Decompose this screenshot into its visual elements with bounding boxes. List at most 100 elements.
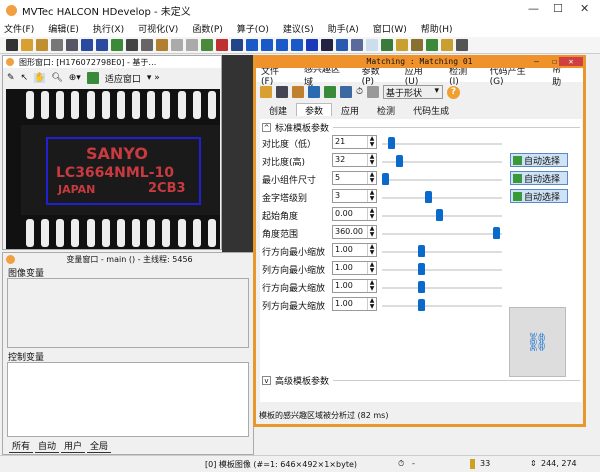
slider-thumb[interactable]	[418, 263, 426, 275]
dialog-maximize-button[interactable]: ☐	[552, 57, 557, 66]
minimize-button[interactable]: —	[528, 2, 539, 15]
tab-all[interactable]: 所有	[9, 439, 34, 453]
hand-icon[interactable]: ✋	[34, 73, 46, 83]
reset-program-icon[interactable]	[336, 39, 348, 51]
tab-inspect[interactable]: 检测	[368, 103, 404, 117]
param-slider[interactable]	[382, 173, 502, 185]
calibration-icon[interactable]	[456, 39, 468, 51]
control-variables-list[interactable]	[7, 362, 249, 437]
save-model-icon[interactable]	[308, 86, 320, 98]
menu-procedures[interactable]: 函数(P)	[192, 22, 222, 35]
slider-thumb[interactable]	[418, 299, 426, 311]
tab-create[interactable]: 创建	[260, 103, 296, 117]
edit-icon[interactable]: ✎	[7, 73, 15, 83]
dialog-minimize-button[interactable]: —	[534, 57, 539, 66]
menu-suggestions[interactable]: 建议(S)	[283, 22, 314, 35]
slider-thumb[interactable]	[395, 155, 403, 167]
slider-thumb[interactable]	[492, 227, 500, 239]
link-scales-button[interactable]: ⛓	[509, 307, 566, 377]
fit-window-button[interactable]: 适应窗口	[105, 72, 141, 85]
method-select[interactable]: 基于形状 ▾	[383, 85, 444, 99]
zoom-in-icon[interactable]: ⊕▾	[69, 73, 81, 83]
reset-icon[interactable]	[321, 39, 333, 51]
param-spinbox[interactable]: 1.00 ▲ ▼	[332, 279, 377, 293]
slider-thumb[interactable]	[418, 245, 426, 257]
param-slider[interactable]	[382, 245, 502, 257]
auto-select-button[interactable]: 自动选择	[510, 171, 568, 185]
feature-inspection-icon[interactable]	[426, 39, 438, 51]
tab-global[interactable]: 全局	[87, 439, 112, 453]
line-profile-icon[interactable]	[441, 39, 453, 51]
insert-icon[interactable]	[81, 39, 93, 51]
tab-params[interactable]: 参数	[296, 103, 333, 117]
edit-icon[interactable]	[351, 39, 363, 51]
spin-arrows-icon[interactable]: ▲ ▼	[367, 136, 376, 148]
spin-arrows-icon[interactable]: ▲ ▼	[367, 226, 376, 238]
tab-apply[interactable]: 应用	[332, 103, 368, 117]
step-out-icon[interactable]	[291, 39, 303, 51]
paste-icon[interactable]	[156, 39, 168, 51]
spin-arrows-icon[interactable]: ▲ ▼	[367, 298, 376, 310]
zoom-image-icon[interactable]	[381, 39, 393, 51]
tab-auto[interactable]: 自动	[35, 439, 60, 453]
chevron-up-icon[interactable]: ^	[262, 122, 271, 132]
param-spinbox[interactable]: 360.00 ▲ ▼	[332, 225, 377, 239]
timer-icon[interactable]	[366, 39, 378, 51]
param-slider[interactable]	[382, 299, 502, 311]
step-over-icon[interactable]	[261, 39, 273, 51]
deactivate-icon[interactable]	[216, 39, 228, 51]
standard-params-section[interactable]: ^ 标准模板参数	[262, 121, 580, 134]
param-spinbox[interactable]: 21 ▲ ▼	[332, 135, 377, 149]
gray-histogram-icon[interactable]	[396, 39, 408, 51]
tab-codegen[interactable]: 代码生成	[404, 103, 458, 117]
pointer-icon[interactable]: ↖	[21, 73, 29, 83]
slider-thumb[interactable]	[436, 209, 444, 221]
menu-help[interactable]: 帮助(H)	[421, 22, 453, 35]
param-spinbox[interactable]: 1.00 ▲ ▼	[332, 297, 377, 311]
param-spinbox[interactable]: 5 ▲ ▼	[332, 171, 377, 185]
param-slider[interactable]	[382, 137, 502, 149]
param-spinbox[interactable]: 1.00 ▲ ▼	[332, 261, 377, 275]
spin-arrows-icon[interactable]: ▲ ▼	[367, 280, 376, 292]
run-icon[interactable]	[246, 39, 258, 51]
param-slider[interactable]	[382, 209, 502, 221]
copy-icon[interactable]	[141, 39, 153, 51]
spin-arrows-icon[interactable]: ▲ ▼	[367, 190, 376, 202]
step-into-icon[interactable]	[276, 39, 288, 51]
slider-thumb[interactable]	[424, 191, 432, 203]
param-slider[interactable]	[382, 281, 502, 293]
param-slider[interactable]	[382, 155, 502, 167]
more-icon[interactable]: ▾ »	[147, 73, 160, 83]
slider-thumb[interactable]	[382, 173, 389, 185]
open-icon[interactable]	[21, 39, 33, 51]
spin-arrows-icon[interactable]: ▲ ▼	[367, 154, 376, 166]
param-spinbox[interactable]: 0.00 ▲ ▼	[332, 207, 377, 221]
find-icon[interactable]	[231, 39, 243, 51]
help-icon[interactable]: ?	[447, 85, 461, 99]
param-slider[interactable]	[382, 227, 502, 239]
param-spinbox[interactable]: 32 ▲ ▼	[332, 153, 377, 167]
feature-histogram-icon[interactable]	[411, 39, 423, 51]
spin-arrows-icon[interactable]: ▲ ▼	[367, 208, 376, 220]
slider-thumb[interactable]	[387, 137, 395, 149]
menu-window[interactable]: 窗口(W)	[373, 22, 407, 35]
close-button[interactable]: ✕	[580, 2, 589, 15]
auto-select-button[interactable]: 自动选择	[510, 153, 568, 167]
menu-edit[interactable]: 编辑(E)	[48, 22, 79, 35]
redo-icon[interactable]	[186, 39, 198, 51]
timer-icon[interactable]: ⏱	[356, 87, 363, 97]
tab-user[interactable]: 用户	[61, 439, 86, 453]
settings-icon[interactable]	[367, 86, 380, 98]
spin-arrows-icon[interactable]: ▲ ▼	[367, 244, 376, 256]
export-icon[interactable]	[96, 39, 108, 51]
chevron-down-icon[interactable]: v	[262, 375, 271, 385]
image-icon[interactable]	[324, 86, 336, 98]
maximize-button[interactable]: ☐	[553, 2, 563, 15]
stop-icon[interactable]	[306, 39, 318, 51]
load-icon[interactable]	[292, 86, 304, 98]
spin-arrows-icon[interactable]: ▲ ▼	[367, 172, 376, 184]
open-icon[interactable]	[260, 86, 272, 98]
param-slider[interactable]	[382, 191, 502, 203]
slider-thumb[interactable]	[418, 281, 426, 293]
undo-icon[interactable]	[171, 39, 183, 51]
